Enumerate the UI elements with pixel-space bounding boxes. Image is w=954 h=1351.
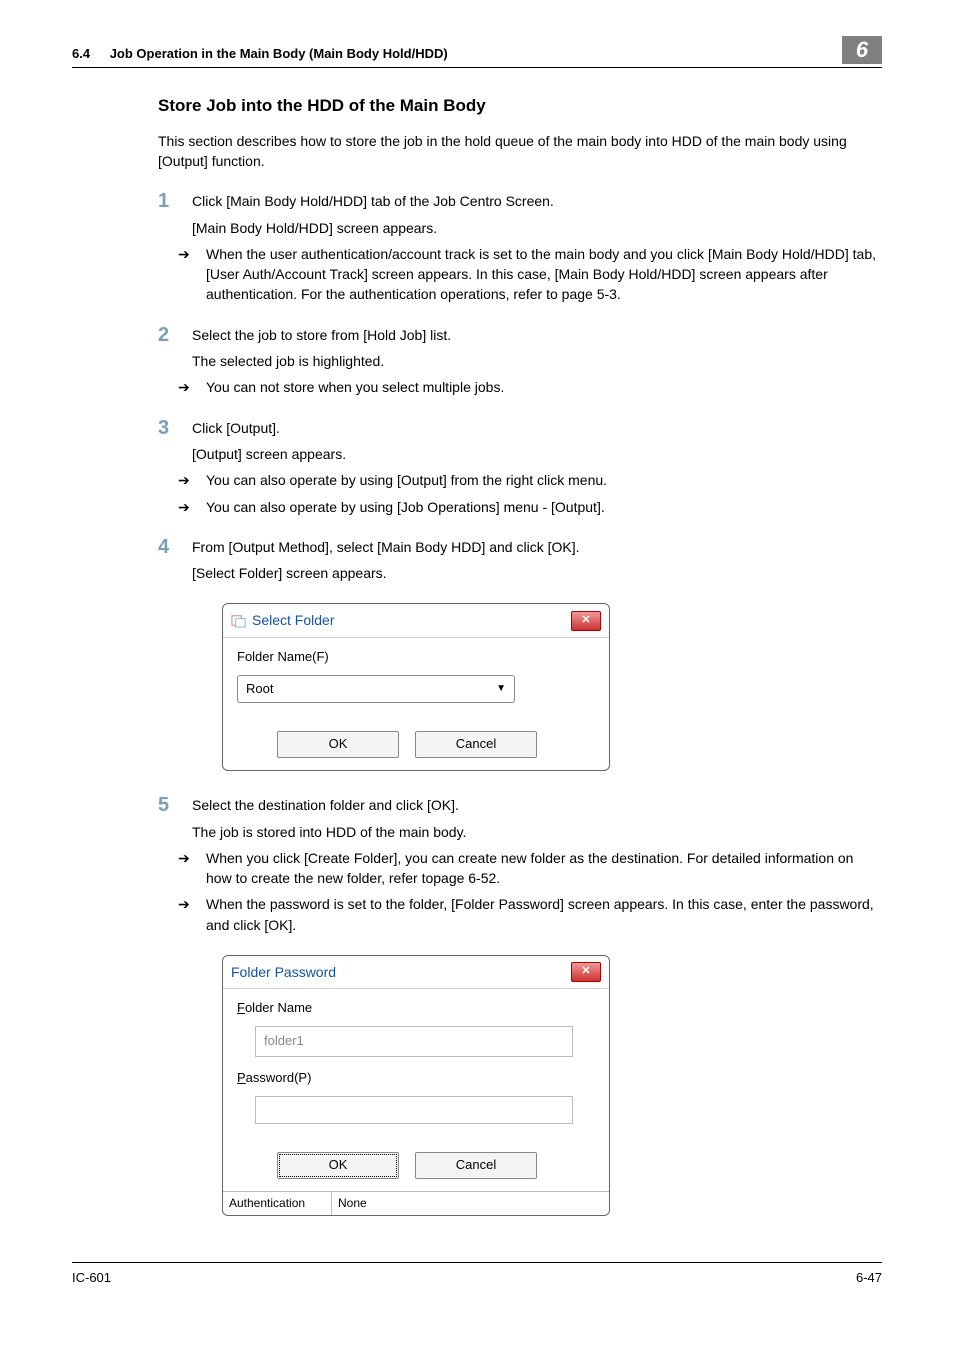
cancel-button[interactable]: Cancel — [415, 731, 537, 758]
page-footer: IC-601 6-47 — [72, 1262, 882, 1288]
auth-value: None — [332, 1192, 373, 1215]
combo-value: Root — [246, 680, 273, 699]
arrow-icon: ➔ — [192, 377, 206, 397]
step: 1 Click [Main Body Hold/HDD] tab of the … — [158, 191, 882, 310]
step-instruction: From [Output Method], select [Main Body … — [192, 537, 882, 557]
step-note: ➔You can also operate by using [Job Oper… — [192, 497, 882, 517]
section-title: Job Operation in the Main Body (Main Bod… — [110, 46, 448, 61]
select-folder-dialog: Select Folder ✕ Folder Name(F) Root ▼ OK… — [222, 603, 610, 771]
step-result: The selected job is highlighted. — [192, 351, 882, 371]
step-number: 3 — [158, 418, 192, 438]
step-result: [Main Body Hold/HDD] screen appears. — [192, 218, 882, 238]
step-number: 1 — [158, 191, 192, 211]
chevron-down-icon: ▼ — [496, 682, 506, 697]
step: 5 Select the destination folder and clic… — [158, 795, 882, 941]
cancel-button[interactable]: Cancel — [415, 1152, 537, 1179]
step-instruction: Click [Main Body Hold/HDD] tab of the Jo… — [192, 191, 882, 211]
footer-model: IC-601 — [72, 1269, 111, 1288]
step: 4 From [Output Method], select [Main Bod… — [158, 537, 882, 590]
step-number: 5 — [158, 795, 192, 815]
step-note: ➔When the user authentication/account tr… — [192, 244, 882, 305]
step: 2 Select the job to store from [Hold Job… — [158, 325, 882, 404]
section-number: 6.4 — [72, 46, 90, 61]
folder-name-label: Folder Name — [237, 999, 595, 1018]
dialog-titlebar: Folder Password ✕ — [223, 956, 609, 989]
ok-button[interactable]: OK — [277, 1152, 399, 1179]
step-note: ➔When the password is set to the folder,… — [192, 894, 882, 935]
arrow-icon: ➔ — [192, 470, 206, 490]
arrow-icon: ➔ — [192, 244, 206, 264]
chapter-badge: 6 — [842, 36, 882, 64]
step-instruction: Select the job to store from [Hold Job] … — [192, 325, 882, 345]
folder-password-dialog: Folder Password ✕ Folder Name folder1 Pa… — [222, 955, 610, 1216]
step-result: [Output] screen appears. — [192, 444, 882, 464]
close-icon[interactable]: ✕ — [571, 611, 601, 631]
header-left: 6.4 Job Operation in the Main Body (Main… — [72, 45, 448, 64]
step-note: ➔When you click [Create Folder], you can… — [192, 848, 882, 889]
dialog-title: Folder Password — [231, 962, 336, 982]
arrow-icon: ➔ — [192, 497, 206, 517]
dialog-title: Select Folder — [231, 610, 334, 630]
close-icon[interactable]: ✕ — [571, 962, 601, 982]
intro-paragraph: This section describes how to store the … — [158, 131, 882, 172]
step-note: ➔You can not store when you select multi… — [192, 377, 882, 397]
dialog-statusbar: Authentication None — [223, 1191, 609, 1215]
app-icon — [231, 613, 246, 628]
password-field[interactable] — [255, 1096, 573, 1124]
page-heading: Store Job into the HDD of the Main Body — [158, 94, 882, 119]
step-note: ➔You can also operate by using [Output] … — [192, 470, 882, 490]
folder-name-label: Folder Name(F) — [237, 648, 595, 667]
step: 3 Click [Output]. [Output] screen appear… — [158, 418, 882, 523]
auth-label: Authentication — [223, 1192, 332, 1215]
footer-page: 6-47 — [856, 1269, 882, 1288]
step-result: The job is stored into HDD of the main b… — [192, 822, 882, 842]
arrow-icon: ➔ — [192, 848, 206, 868]
step-instruction: Select the destination folder and click … — [192, 795, 882, 815]
password-label: Password(P) — [237, 1069, 595, 1088]
header-right: 6 — [842, 36, 882, 64]
arrow-icon: ➔ — [192, 894, 206, 914]
step-instruction: Click [Output]. — [192, 418, 882, 438]
step-number: 2 — [158, 325, 192, 345]
step-number: 4 — [158, 537, 192, 557]
folder-name-field: folder1 — [255, 1026, 573, 1057]
ok-button[interactable]: OK — [277, 731, 399, 758]
step-result: [Select Folder] screen appears. — [192, 563, 882, 583]
running-header: 6.4 Job Operation in the Main Body (Main… — [72, 36, 882, 68]
folder-name-combobox[interactable]: Root ▼ — [237, 675, 515, 704]
dialog-titlebar: Select Folder ✕ — [223, 604, 609, 637]
